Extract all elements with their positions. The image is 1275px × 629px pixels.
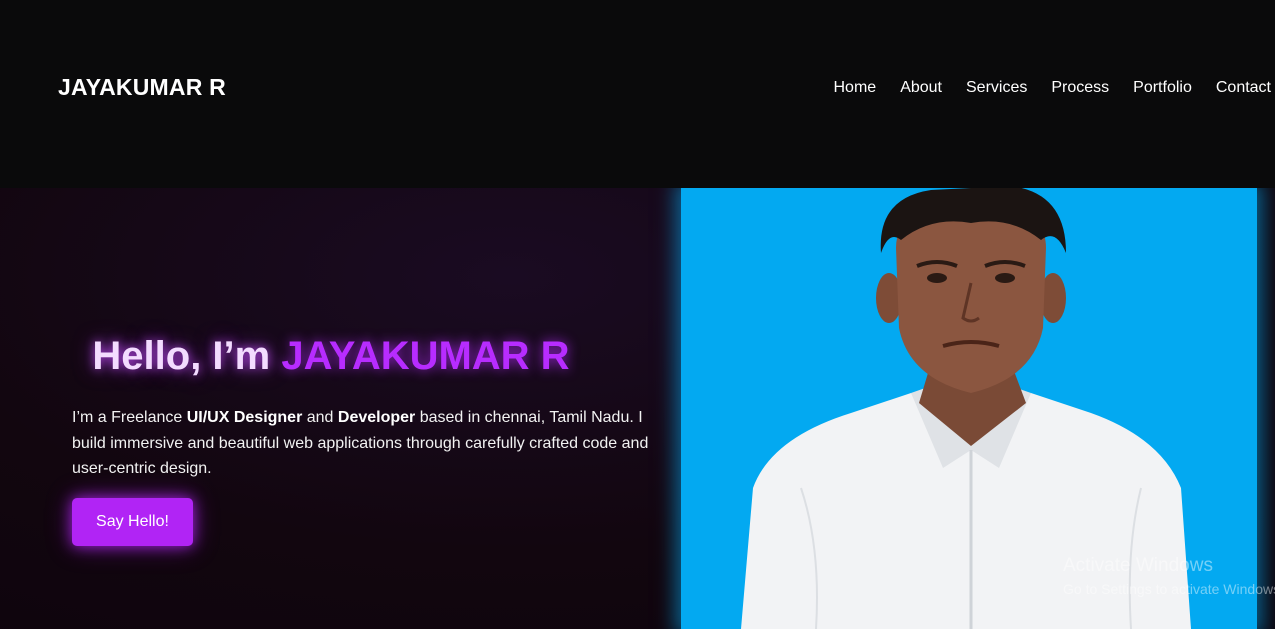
hero-role-developer: Developer	[337, 409, 416, 426]
main-nav: Home About Services Process Portfolio Co…	[810, 79, 1272, 97]
nav-item-home[interactable]: Home	[834, 79, 877, 97]
profile-photo	[681, 188, 1257, 629]
nav-item-contact[interactable]: Contact	[1216, 79, 1271, 97]
nav-item-process[interactable]: Process	[1051, 79, 1109, 97]
hero-role-designer: UI/UX Designer	[186, 409, 303, 426]
nav-item-portfolio[interactable]: Portfolio	[1133, 79, 1192, 97]
hero-title: Hello, I’m JAYAKUMAR R	[0, 334, 662, 379]
hero-name: JAYAKUMAR R	[281, 334, 570, 378]
say-hello-button[interactable]: Say Hello!	[72, 498, 193, 546]
portrait-illustration	[741, 188, 1191, 629]
hero-section: Hello, I’m JAYAKUMAR R I’m a Freelance U…	[0, 188, 1275, 629]
site-header: JAYAKUMAR R Home About Services Process …	[0, 0, 1275, 188]
hero-intro: Hello, I’m JAYAKUMAR R I’m a Freelance U…	[0, 188, 681, 629]
nav-item-services[interactable]: Services	[966, 79, 1027, 97]
nav-item-about[interactable]: About	[900, 79, 942, 97]
brand-logo[interactable]: JAYAKUMAR R	[58, 74, 226, 101]
hero-description: I’m a Freelance UI/UX Designer and Devel…	[72, 405, 662, 482]
hero-desc-part-1: I’m a Freelance	[72, 409, 187, 426]
hero-desc-part-2: and	[302, 409, 338, 426]
hero-greeting: Hello, I’m	[92, 334, 282, 378]
